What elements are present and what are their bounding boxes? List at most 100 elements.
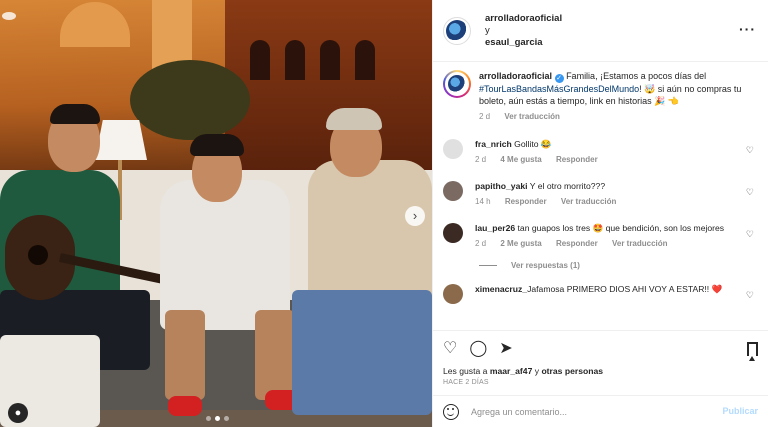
comment-heart-icon[interactable]: ♡ [746, 145, 754, 156]
avatar-logo [446, 19, 468, 42]
avatar-logo [448, 75, 466, 93]
photo-painting [225, 0, 432, 170]
post-actions: ♡ ◯ ➤ [433, 330, 768, 366]
view-replies-link[interactable]: Ver respuestas (1) [479, 261, 758, 270]
comment-item: ximenacruz_Jafamosa PRIMERO DIOS AHI VOY… [443, 284, 758, 304]
comment-avatar[interactable] [443, 223, 463, 243]
heart-icon[interactable]: ♡ [443, 340, 457, 357]
comment-text: tan guapos los tres 🤩 que bendición, son… [517, 223, 725, 233]
photo-tree [130, 60, 250, 140]
likes-prefix: Les gusta a [443, 366, 490, 376]
avatar [445, 72, 469, 96]
caption-time: 2 d [479, 112, 491, 121]
avatar[interactable] [443, 16, 471, 45]
photo-arch [320, 40, 340, 80]
comment-translate-link[interactable]: Ver traducción [612, 239, 668, 248]
photo-overlay-icon [2, 12, 16, 20]
person-left-hair [50, 104, 100, 124]
carousel-dots [206, 416, 229, 421]
chevron-right-icon[interactable]: › [405, 206, 425, 226]
post-photo[interactable]: › ● [0, 0, 432, 427]
photo-lamp [95, 120, 147, 160]
likes-others[interactable]: otras personas [541, 366, 603, 376]
comment-time: 2 d [475, 239, 487, 248]
photo-arch [250, 40, 270, 80]
comment-reply-link[interactable]: Responder [505, 197, 547, 206]
person-middle-shoe [168, 396, 202, 416]
bookmark-icon[interactable] [747, 342, 758, 361]
emoji-icon[interactable] [443, 403, 459, 420]
likes-summary: Les gusta a maar_af47 y otras personas [433, 366, 768, 377]
post-comment-button[interactable]: Publicar [722, 406, 758, 416]
comment-username[interactable]: lau_per26 [475, 223, 515, 233]
comment-avatar[interactable] [443, 181, 463, 201]
header-usernames: arrolladoraoficial y esaul_garcia [485, 13, 562, 49]
comment-meta: 2 d 2 Me gusta Responder Ver traducción [475, 238, 745, 249]
comment-username[interactable]: fra_nrich [475, 139, 512, 149]
comment-avatar[interactable] [443, 284, 463, 304]
caption-body: arrolladoraoficial ✓ Familia, ¡Estamos a… [479, 70, 749, 123]
user-tag-icon[interactable]: ● [8, 403, 28, 423]
person-middle-leg [165, 310, 205, 400]
comment-body: fra_nrich Gollito 😂 2 d 4 Me gusta Respo… [475, 139, 745, 165]
person-right-legs [292, 290, 432, 415]
caption-username[interactable]: arrolladoraoficial [479, 71, 552, 81]
comment-text: Jafamosa PRIMERO DIOS AHI VOY A ESTAR!! … [527, 284, 723, 294]
header-username-1[interactable]: arrolladoraoficial [485, 13, 562, 25]
post-caption: arrolladoraoficial ✓ Familia, ¡Estamos a… [443, 70, 758, 123]
comment-text: Y el otro morrito??? [529, 181, 606, 191]
caption-text-before: Familia, ¡Estamos a pocos días del [566, 71, 707, 81]
person-right-torso [308, 160, 432, 310]
comment-body: ximenacruz_Jafamosa PRIMERO DIOS AHI VOY… [475, 284, 745, 304]
comment-item: papitho_yaki Y el otro morrito??? 14 h R… [443, 181, 758, 207]
header-conjunction: y [485, 24, 490, 36]
comment-heart-icon[interactable]: ♡ [746, 187, 754, 198]
comment-translate-link[interactable]: Ver traducción [561, 197, 617, 206]
comment-input[interactable] [471, 406, 701, 417]
comment-text: Gollito 😂 [514, 139, 552, 149]
comment-reply-link[interactable]: Responder [556, 155, 598, 164]
view-replies-label: Ver respuestas (1) [511, 261, 580, 270]
post-header: arrolladoraoficial y esaul_garcia ··· [433, 0, 768, 62]
photo-arch [355, 40, 375, 80]
caption-translate-link[interactable]: Ver traducción [504, 112, 560, 121]
posted-time[interactable]: Hace 2 días [433, 377, 768, 386]
comment-reply-link[interactable]: Responder [556, 239, 598, 248]
caption-avatar[interactable] [443, 70, 471, 98]
comment-username[interactable]: ximenacruz_ [475, 284, 527, 294]
comment-meta: 2 d 4 Me gusta Responder [475, 154, 745, 165]
post-side-panel: arrolladoraoficial y esaul_garcia ··· ar… [432, 0, 768, 427]
likes-user[interactable]: maar_af47 [490, 366, 533, 376]
comment-username[interactable]: papitho_yaki [475, 181, 528, 191]
verified-badge-icon: ✓ [554, 74, 564, 83]
comment-time: 14 h [475, 197, 491, 206]
person-middle-leg [255, 310, 295, 400]
comment-body: lau_per26 tan guapos los tres 🤩 que bend… [475, 223, 745, 249]
caption-hashtag[interactable]: #TourLasBandasMásGrandesDelMundo [479, 84, 639, 94]
comment-body: papitho_yaki Y el otro morrito??? 14 h R… [475, 181, 745, 207]
guitar-hole [28, 245, 48, 265]
comment-icon[interactable]: ◯ [469, 340, 487, 357]
add-comment-bar: Publicar [433, 395, 768, 427]
person-right-cap [326, 108, 382, 130]
send-icon[interactable]: ➤ [499, 340, 512, 357]
person-middle-hair [190, 134, 244, 156]
header-username-2[interactable]: esaul_garcia [485, 37, 562, 49]
comment-time: 2 d [475, 155, 487, 164]
person-middle-torso [160, 180, 290, 330]
replies-divider [479, 265, 497, 266]
comment-likes[interactable]: 4 Me gusta [500, 155, 541, 164]
comment-likes[interactable]: 2 Me gusta [500, 239, 541, 248]
comment-avatar[interactable] [443, 139, 463, 159]
comments-section[interactable]: arrolladoraoficial ✓ Familia, ¡Estamos a… [433, 62, 768, 330]
carousel-dot-active [215, 416, 220, 421]
caption-meta: 2 d Ver traducción [479, 111, 749, 123]
comment-heart-icon[interactable]: ♡ [746, 290, 754, 301]
comment-item: lau_per26 tan guapos los tres 🤩 que bend… [443, 223, 758, 249]
comment-heart-icon[interactable]: ♡ [746, 229, 754, 240]
comment-item: fra_nrich Gollito 😂 2 d 4 Me gusta Respo… [443, 139, 758, 165]
comment-meta: 14 h Responder Ver traducción [475, 196, 745, 207]
ellipsis-icon[interactable]: ··· [739, 22, 756, 36]
carousel-dot [206, 416, 211, 421]
photo-arch [285, 40, 305, 80]
